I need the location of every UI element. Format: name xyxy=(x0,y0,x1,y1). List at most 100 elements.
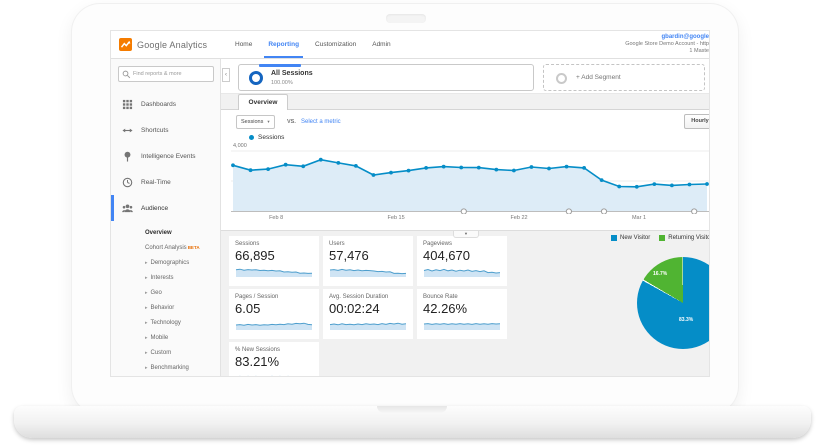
audience-icon xyxy=(122,203,133,214)
metric-card-sessions[interactable]: Sessions66,895 xyxy=(229,236,319,286)
metric-label: Pages / Session xyxy=(235,294,313,300)
real-time-icon xyxy=(122,177,133,188)
sidebar-subitem-benchmarking[interactable]: ▸Benchmarking xyxy=(111,360,220,375)
brand[interactable]: Google Analytics xyxy=(119,38,207,51)
sidebar-subitem-custom[interactable]: ▸Custom xyxy=(111,345,220,360)
account-org: Google Store Demo Account - http xyxy=(625,41,709,48)
legend-swatch-icon xyxy=(659,235,665,241)
sessions-legend-dot-icon xyxy=(249,135,254,140)
sidebar-subitem-demographics[interactable]: ▸Demographics xyxy=(111,255,220,270)
chevron-right-icon: ▸ xyxy=(145,290,148,296)
laptop-mockup: Google Analytics HomeReportingCustomizat… xyxy=(0,0,825,448)
granularity-hourly-button[interactable]: Hourly xyxy=(684,114,710,129)
pie-legend: New Visitor Returning Visitor xyxy=(611,235,710,241)
annotation-marker[interactable] xyxy=(601,209,606,214)
chevron-down-icon: ▾ xyxy=(267,119,269,124)
sidebar-item-label: Shortcuts xyxy=(141,127,168,134)
select-metric-link[interactable]: Select a metric xyxy=(301,119,341,125)
account-view: 1 Maste xyxy=(625,48,709,55)
segment-all-sessions[interactable]: All Sessions 100.00% xyxy=(238,64,534,91)
chevron-right-icon: ▸ xyxy=(145,350,148,356)
sidebar-item-shortcuts[interactable]: Shortcuts xyxy=(111,117,220,143)
sidebar-nav: Dashboards Shortcuts Intelligence Events Re… xyxy=(111,91,220,221)
sidebar-subitem-mobile[interactable]: ▸Mobile xyxy=(111,330,220,345)
brand-text: Google Analytics xyxy=(137,40,207,50)
x-axis-tick-feb-8: Feb 8 xyxy=(269,215,283,221)
metric-card-pages-session[interactable]: Pages / Session6.05 xyxy=(229,289,319,339)
sidebar-item-dashboards[interactable]: Dashboards xyxy=(111,91,220,117)
nav-link-reporting[interactable]: Reporting xyxy=(260,31,307,58)
metric-card-pageviews[interactable]: Pageviews404,670 xyxy=(417,236,507,286)
annotation-marker[interactable] xyxy=(692,209,697,214)
sidebar-subitem-cohort-analysis[interactable]: Cohort AnalysisBETA xyxy=(111,240,220,255)
metric-value: 404,670 xyxy=(423,248,501,263)
sidebar-item-label: Dashboards xyxy=(141,101,176,108)
sidebar-subitem-overview[interactable]: Overview xyxy=(111,225,220,240)
sidebar-item-audience[interactable]: Audience xyxy=(111,195,220,221)
metric-card-bounce-rate[interactable]: Bounce Rate42.26% xyxy=(417,289,507,339)
metric-value: 66,895 xyxy=(235,248,313,263)
nav-link-home[interactable]: Home xyxy=(227,31,260,58)
metric-label: Users xyxy=(329,241,407,247)
sparkline-chart xyxy=(235,265,313,277)
metric-label: Bounce Rate xyxy=(423,294,501,300)
shortcuts-icon xyxy=(122,125,133,136)
nav-link-admin[interactable]: Admin xyxy=(364,31,398,58)
metric-label: Pageviews xyxy=(423,241,501,247)
x-axis-tick-mar-1: Mar 1 xyxy=(632,215,646,221)
chevron-right-icon: ▸ xyxy=(145,260,148,266)
search-input[interactable] xyxy=(133,68,211,80)
add-segment-button[interactable]: + Add Segment xyxy=(543,64,705,91)
google-analytics-logo-icon xyxy=(119,38,132,51)
account-info[interactable]: gbardin@google Google Store Demo Account… xyxy=(625,34,709,55)
camera-notch xyxy=(386,14,426,23)
sidebar-subitem-interests[interactable]: ▸Interests xyxy=(111,270,220,285)
sidebar-audience-subnav: OverviewCohort AnalysisBETA▸Demographics… xyxy=(111,225,220,375)
metric-dropdown-label: Sessions xyxy=(241,119,263,125)
annotation-marker[interactable] xyxy=(461,209,466,214)
chevron-right-icon: ▸ xyxy=(145,365,148,371)
add-segment-label: + Add Segment xyxy=(576,74,621,81)
annotation-marker[interactable] xyxy=(566,209,571,214)
legend-label: Returning Visitor xyxy=(668,235,710,241)
chevron-right-icon: ▸ xyxy=(145,335,148,341)
visitor-type-pie-chart[interactable] xyxy=(637,257,710,349)
legend-label: New Visitor xyxy=(620,235,650,241)
nav-link-customization[interactable]: Customization xyxy=(307,31,364,58)
x-axis-tick-feb-22: Feb 22 xyxy=(510,215,527,221)
sidebar-item-real-time[interactable]: Real-Time xyxy=(111,169,220,195)
timeline-svg xyxy=(231,148,710,214)
base-lip-notch xyxy=(377,406,447,413)
pie-legend-item-new-visitor[interactable]: New Visitor xyxy=(611,235,650,241)
top-navbar: Google Analytics HomeReportingCustomizat… xyxy=(111,31,710,59)
sidebar-subitem-behavior[interactable]: ▸Behavior xyxy=(111,300,220,315)
sessions-timeline-chart[interactable]: 4,000 2,000 Feb 8Feb 15Feb 22Mar 1 xyxy=(231,148,710,230)
chevron-right-icon: ▸ xyxy=(145,275,148,281)
metric-label: % New Sessions xyxy=(235,347,313,353)
metric-label: Avg. Session Duration xyxy=(329,294,407,300)
main-content: ‹ All Sessions 100.00% + Add Segment Ove… xyxy=(221,59,710,377)
metric-dropdown[interactable]: Sessions ▾ xyxy=(236,115,275,129)
metric-card-avg-session-duration[interactable]: Avg. Session Duration00:02:24 xyxy=(323,289,413,339)
metric-card-users[interactable]: Users57,476 xyxy=(323,236,413,286)
sidebar-subitem-technology[interactable]: ▸Technology xyxy=(111,315,220,330)
vs-label: VS. xyxy=(287,119,296,125)
segment-circle-icon xyxy=(249,71,263,85)
metric-card--new-sessions[interactable]: % New Sessions83.21% xyxy=(229,342,319,377)
beta-badge: BETA xyxy=(188,245,200,250)
sidebar-item-intelligence-events[interactable]: Intelligence Events xyxy=(111,143,220,169)
chevron-right-icon: ▸ xyxy=(145,320,148,326)
metric-value: 6.05 xyxy=(235,301,313,316)
tab-overview[interactable]: Overview xyxy=(238,94,288,110)
pie-legend-item-returning-visitor[interactable]: Returning Visitor xyxy=(659,235,710,241)
chart-expander-tab[interactable]: ▼ xyxy=(453,231,479,238)
metric-label: Sessions xyxy=(235,241,313,247)
sidebar-subitem-geo[interactable]: ▸Geo xyxy=(111,285,220,300)
account-email: gbardin@google xyxy=(625,34,709,41)
search-box xyxy=(118,66,214,82)
x-axis-tick-feb-15: Feb 15 xyxy=(388,215,405,221)
sidebar-item-label: Intelligence Events xyxy=(141,153,196,160)
sparkline-chart xyxy=(329,318,407,330)
collapse-sidebar-button[interactable]: ‹ xyxy=(222,68,230,82)
sparkline-chart xyxy=(235,318,313,330)
